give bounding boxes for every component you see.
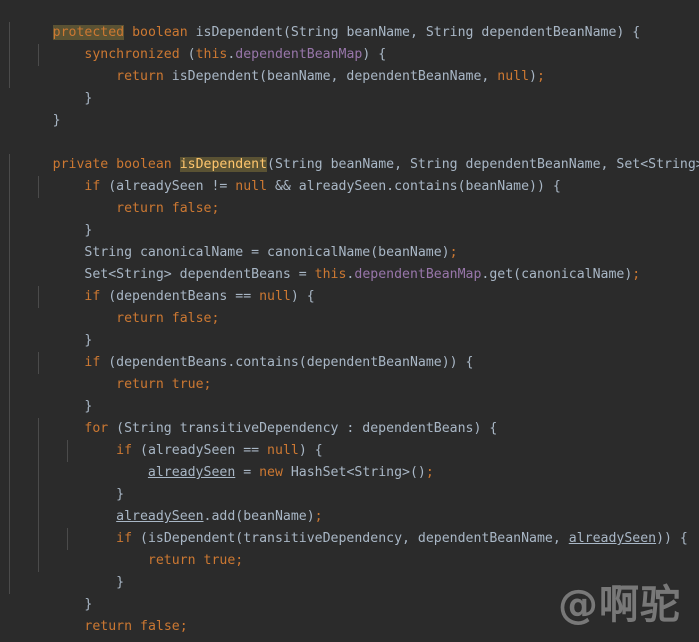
code-line[interactable]: String canonicalName = canonicalName(bea… [0,220,699,260]
code-line[interactable]: } [0,198,699,238]
code-line[interactable]: for (String transitiveDependency : depen… [0,396,699,436]
code-line[interactable]: if (alreadySeen != null && alreadySeen.c… [0,154,699,194]
code-line[interactable]: Set<String> dependentBeans = this.depend… [0,242,699,282]
code-lines-container[interactable]: protected boolean isDependent(String bea… [0,0,699,642]
code-line[interactable]: if (dependentBeans.contains(dependentBea… [0,330,699,370]
code-line[interactable]: return false; [0,286,699,326]
code-line[interactable]: return false; [0,176,699,216]
code-line-blank[interactable] [0,110,699,132]
code-line[interactable]: return true; [0,528,699,568]
code-editor-pane[interactable]: protected boolean isDependent(String bea… [0,0,699,642]
code-line[interactable]: return true; [0,352,699,392]
code-line[interactable]: if (dependentBeans == null) { [0,264,699,304]
code-line[interactable]: } [0,374,699,414]
code-line[interactable]: if (alreadySeen == null) { [0,418,699,458]
code-line[interactable]: return isDependent(beanName, dependentBe… [0,44,699,84]
code-line[interactable]: } [0,308,699,348]
code-line[interactable]: } [0,550,699,590]
code-line[interactable]: if (isDependent(transitiveDependency, de… [0,506,699,546]
code-line[interactable]: alreadySeen.add(beanName); [0,484,699,524]
code-line[interactable]: private boolean isDependent(String beanN… [0,132,699,172]
code-line[interactable]: protected boolean isDependent(String bea… [0,0,699,40]
code-line[interactable]: } [0,462,699,502]
code-line[interactable]: } [0,88,699,128]
watermark: @啊驼 [558,582,681,628]
code-line[interactable]: synchronized (this.dependentBeanMap) { [0,22,699,62]
code-line[interactable]: } [0,66,699,106]
code-line[interactable]: alreadySeen = new HashSet<String>(); [0,440,699,480]
